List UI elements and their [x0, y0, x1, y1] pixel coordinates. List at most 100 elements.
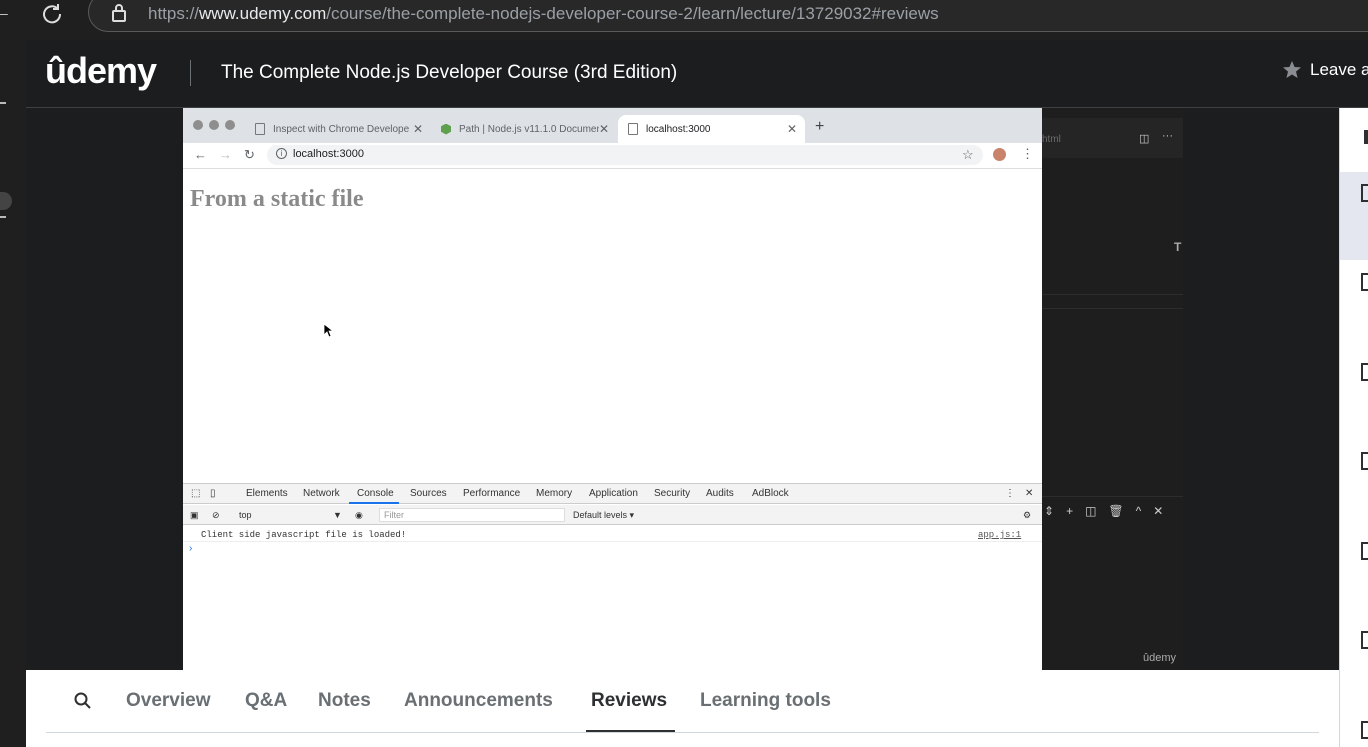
- leave-rating-label: Leave a: [1310, 60, 1368, 79]
- inner-toolbar: ← → ↻ i localhost:3000 ☆ ⋮: [183, 143, 1042, 169]
- recorded-browser-window: Inspect with Chrome Develope ✕ Path | No…: [183, 108, 1042, 670]
- back-button[interactable]: –: [0, 5, 8, 21]
- terminal-arrow-icon: ⇕: [1044, 504, 1055, 518]
- udemy-logo[interactable]: ûdemy: [45, 50, 157, 92]
- tab-overview[interactable]: Overview: [126, 690, 211, 712]
- reload-icon: ↻: [244, 147, 255, 162]
- devtools-tab: Security: [654, 488, 691, 499]
- info-icon: i: [276, 148, 287, 159]
- levels-select: Default levels ▾: [573, 510, 635, 520]
- edge-tab[interactable]: [0, 192, 12, 210]
- inner-omnibox: [267, 145, 983, 165]
- console-source-link: app.js:1: [978, 530, 1022, 540]
- code-editor-background: html ◫ ··· T: [1042, 108, 1183, 670]
- header-divider: [190, 60, 191, 86]
- devtools-tab: Elements: [246, 488, 288, 499]
- close-icon: ✕: [1153, 504, 1164, 518]
- kebab-menu-icon: ⋮: [1005, 488, 1015, 499]
- console-message: Client side javascript file is loaded!: [201, 530, 407, 540]
- add-terminal-icon: +: [1066, 504, 1074, 518]
- close-icon: ✕: [1025, 488, 1034, 499]
- new-tab-icon: +: [815, 118, 825, 135]
- context-select: top: [239, 510, 252, 520]
- devtools-tab: Memory: [536, 488, 573, 499]
- chevron-up-icon: ^: [1135, 504, 1142, 518]
- lecture-checkbox[interactable]: [1361, 452, 1368, 470]
- devtools-tab: Audits: [706, 488, 734, 499]
- editor-divider: [1042, 294, 1183, 295]
- devtools-panel: ⬚ ▯ Elements Network Console Sources Per…: [183, 483, 1042, 670]
- sidebar-toggle-icon: ▣: [190, 510, 199, 520]
- window-control: [225, 120, 235, 130]
- window-control: [193, 120, 203, 130]
- back-arrow-icon: ←: [194, 147, 207, 162]
- lecture-checkbox[interactable]: [1361, 721, 1368, 739]
- course-header: ûdemy The Complete Node.js Developer Cou…: [26, 40, 1368, 108]
- inspect-icon: ⬚: [191, 488, 201, 499]
- lecture-checkbox[interactable]: [1361, 184, 1368, 202]
- editor-tab-label: html: [1042, 134, 1061, 145]
- console-filterbar: ▣ ⊘ top ▼ ◉ Filter Default levels ▾ ⚙: [183, 505, 1042, 525]
- close-tab-icon: ✕: [598, 122, 609, 136]
- edge-marker: [0, 102, 6, 104]
- inner-tab-strip: Inspect with Chrome Develope ✕ Path | No…: [183, 108, 1042, 143]
- split-editor-icon: ◫: [1139, 133, 1150, 145]
- inner-tab-label: Inspect with Chrome Develope: [273, 123, 410, 135]
- clear-console-icon: ⊘: [212, 510, 220, 520]
- lecture-checkbox[interactable]: [1361, 631, 1368, 649]
- inner-tab-label: localhost:3000: [646, 123, 711, 135]
- console-filter-input: Filter: [379, 508, 565, 522]
- tab-reviews[interactable]: Reviews: [591, 690, 667, 712]
- editor-divider: [1042, 496, 1183, 497]
- device-icon: ▯: [210, 488, 216, 499]
- url-text[interactable]: https://www.udemy.com/course/the-complet…: [148, 4, 939, 24]
- lecture-checkbox[interactable]: [1361, 363, 1368, 381]
- devtools-tab: Application: [589, 488, 638, 499]
- devtools-tab: Sources: [410, 488, 447, 499]
- lecture-checkbox[interactable]: [1361, 542, 1368, 560]
- udemy-watermark: ûdemy: [1143, 652, 1177, 664]
- inner-tab: Inspect with Chrome Develope ✕: [245, 115, 431, 143]
- chevron-down-icon: ▼: [333, 510, 342, 520]
- reload-icon[interactable]: [40, 1, 64, 25]
- devtools-tab-active: Console: [357, 488, 394, 499]
- tab-notes[interactable]: Notes: [318, 690, 371, 712]
- tab-learning-tools[interactable]: Learning tools: [700, 690, 831, 712]
- inner-tab: Path | Node.js v11.1.0 Documen ✕: [431, 115, 617, 143]
- inner-tab-active: localhost:3000 ✕: [618, 115, 805, 143]
- devtools-tab: AdBlock: [752, 488, 789, 499]
- close-tab-icon: ✕: [412, 122, 423, 136]
- devtools-active-indicator: [349, 502, 399, 504]
- console-prompt-icon: ›: [189, 543, 193, 554]
- search-icon[interactable]: [73, 691, 93, 711]
- eye-icon: ◉: [355, 510, 363, 520]
- leave-rating-button[interactable]: Leave a: [1282, 60, 1368, 80]
- inner-tab-label: Path | Node.js v11.1.0 Documen: [459, 123, 599, 135]
- terminal-toolbar: ⇕ + ◫ 🗑 ^ ✕: [1044, 504, 1163, 518]
- course-title[interactable]: The Complete Node.js Developer Course (3…: [221, 62, 677, 84]
- devtools-tabbar: ⬚ ▯ Elements Network Console Sources Per…: [183, 484, 1042, 504]
- left-edge-strip: [0, 26, 26, 747]
- lecture-tabs: Overview Q&A Notes Announcements Reviews…: [26, 670, 1339, 747]
- devtools-tab: Performance: [463, 488, 521, 499]
- lecture-checkbox[interactable]: [1361, 273, 1368, 291]
- close-tab-icon: ✕: [786, 122, 797, 136]
- tab-qa[interactable]: Q&A: [245, 690, 287, 712]
- nodejs-icon: [441, 123, 451, 135]
- more-icon: ···: [1162, 130, 1173, 142]
- trash-icon: 🗑: [1108, 504, 1124, 518]
- devtools-tab: Network: [303, 488, 340, 499]
- gear-icon: ⚙: [1023, 510, 1032, 520]
- star-icon: [1283, 61, 1301, 78]
- page-icon: [255, 123, 265, 135]
- tabs-divider: [46, 732, 1319, 733]
- text-cursor-icon: T: [1174, 240, 1182, 254]
- bookmark-star-icon: ☆: [962, 147, 974, 162]
- avatar: [993, 148, 1006, 161]
- lock-icon[interactable]: [108, 3, 130, 23]
- tab-announcements[interactable]: Announcements: [404, 690, 553, 712]
- page-icon: [628, 123, 638, 135]
- split-terminal-icon: ◫: [1085, 504, 1097, 518]
- editor-divider: [1042, 308, 1183, 309]
- edge-marker: [0, 216, 6, 218]
